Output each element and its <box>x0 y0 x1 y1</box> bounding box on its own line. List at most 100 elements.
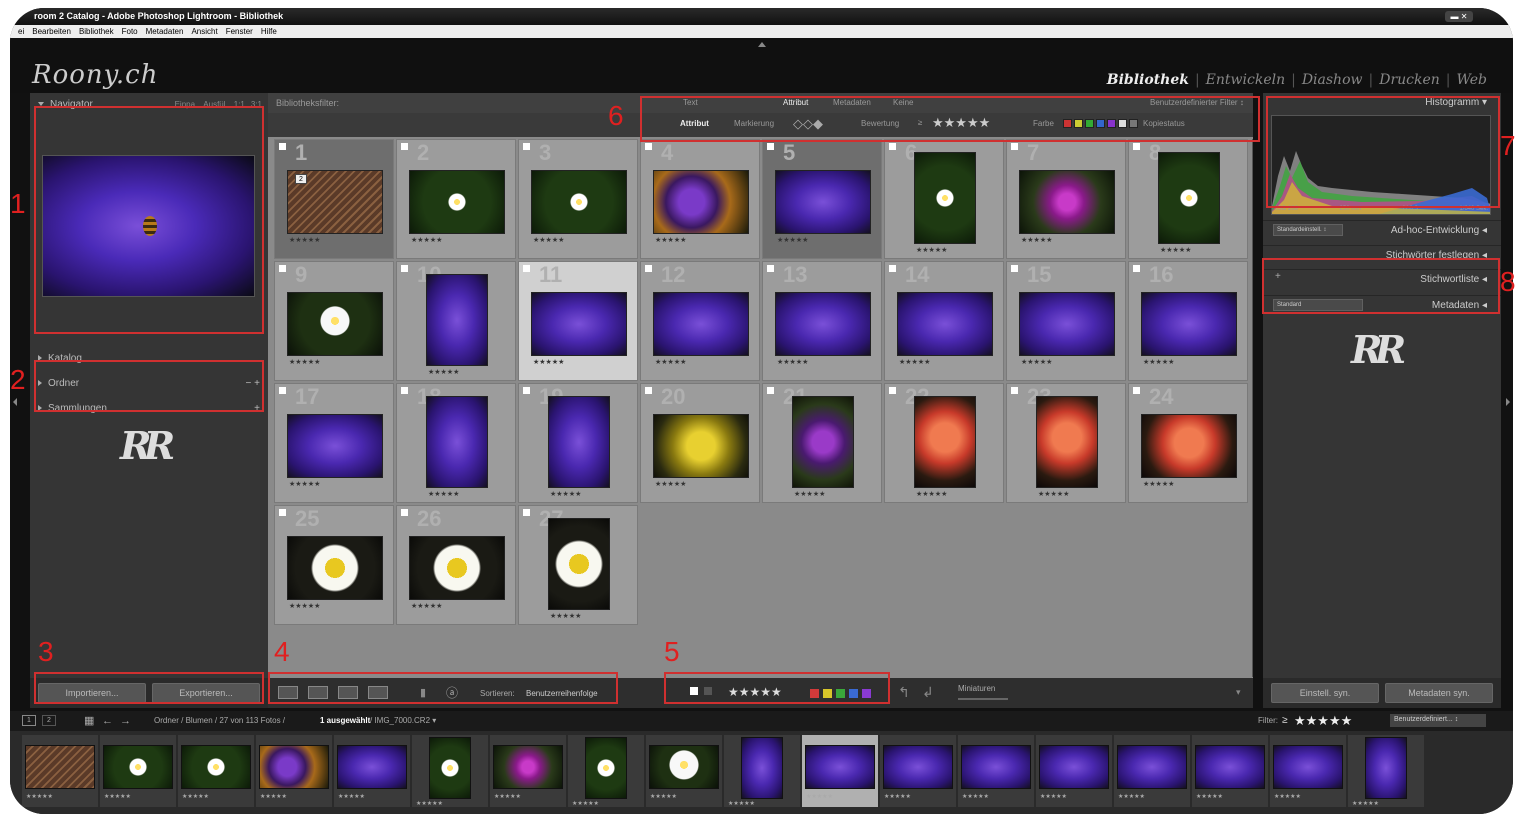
grid-cell[interactable]: 17 ★★★★★ <box>274 383 394 503</box>
photo-thumbnail[interactable] <box>426 274 488 366</box>
grid-cell[interactable]: 26 ★★★★★ <box>396 505 516 625</box>
grid-cell[interactable]: 27★★★★★ <box>518 505 638 625</box>
rating-stars[interactable]: ★★★★★ <box>289 480 320 488</box>
rating-stars[interactable]: ★★★★★ <box>289 602 320 610</box>
photo-thumbnail[interactable] <box>426 396 488 488</box>
photo-thumbnail[interactable] <box>409 170 505 234</box>
rating-stars[interactable]: ★★★★★ <box>655 358 686 366</box>
grid-cell[interactable]: 8 ★★★★★ <box>1128 139 1248 259</box>
flag-icon[interactable] <box>401 265 408 272</box>
photo-thumbnail[interactable] <box>287 292 383 356</box>
page-2-button[interactable]: 2 <box>42 715 56 726</box>
flag-icon[interactable] <box>523 387 530 394</box>
filmstrip-thumbnail[interactable] <box>337 745 407 789</box>
filmstrip-thumbnail[interactable] <box>585 737 627 799</box>
filmstrip-cell[interactable]: ★★★★★ <box>880 735 956 807</box>
flag-icon[interactable] <box>767 265 774 272</box>
page-1-button[interactable]: 1 <box>22 715 36 726</box>
flag-icon[interactable] <box>645 265 652 272</box>
rating-stars[interactable]: ★★★★★ <box>1160 246 1191 254</box>
rating-stars[interactable]: ★★★★★ <box>428 490 459 498</box>
grid-scrollbar[interactable] <box>1252 139 1253 677</box>
current-file[interactable]: / IMG_7000.CR2 ▾ <box>370 711 436 731</box>
photo-thumbnail[interactable] <box>775 170 871 234</box>
rating-stars[interactable]: ★★★★★ <box>1143 358 1174 366</box>
filmstrip-cell[interactable]: ★★★★★ <box>22 735 98 807</box>
filter-stars[interactable]: ★★★★★ <box>1294 711 1352 731</box>
filmstrip-cell[interactable]: ★★★★★ <box>178 735 254 807</box>
rating-stars[interactable]: ★★★★★ <box>916 246 947 254</box>
filter-preset-select[interactable]: Benutzerdefiniert... ↕ <box>1390 714 1486 727</box>
rating-stars[interactable]: ★★★★★ <box>428 368 459 376</box>
rating-stars[interactable]: ★★★★★ <box>655 236 686 244</box>
grid-cell[interactable]: 11 ★★★★★ <box>518 261 638 381</box>
rating-stars[interactable]: ★★★★★ <box>411 236 442 244</box>
rotate-left-icon[interactable]: ↰ <box>898 684 910 701</box>
grid-cell[interactable]: 19★★★★★ <box>518 383 638 503</box>
filmstrip-cell[interactable]: ★★★★★ <box>256 735 332 807</box>
photo-thumbnail[interactable] <box>1019 292 1115 356</box>
rating-stars[interactable]: ★★★★★ <box>1021 358 1052 366</box>
filmstrip-cell[interactable]: ★★★★★ <box>412 735 488 807</box>
module-entwickeln[interactable]: Entwickeln <box>1200 72 1291 88</box>
rotate-right-icon[interactable]: ↲ <box>922 684 934 701</box>
rating-stars[interactable]: ★★★★★ <box>411 602 442 610</box>
filmstrip-cell[interactable]: ★★★★★ <box>1270 735 1346 807</box>
flag-icon[interactable] <box>1133 387 1140 394</box>
photo-thumbnail[interactable] <box>1141 292 1237 356</box>
filter-operator[interactable]: ≥ <box>1282 711 1288 731</box>
collapse-top-panel-icon[interactable] <box>758 42 766 47</box>
photo-thumbnail[interactable] <box>531 292 627 356</box>
flag-icon[interactable] <box>1133 265 1140 272</box>
photo-thumbnail[interactable] <box>775 292 871 356</box>
flag-icon[interactable] <box>401 387 408 394</box>
filmstrip-cell[interactable]: ★★★★★ <box>724 735 800 807</box>
photo-thumbnail[interactable] <box>287 414 383 478</box>
grid-cell[interactable]: 22★★★★★ <box>884 383 1004 503</box>
grid-cell[interactable]: 25 ★★★★★ <box>274 505 394 625</box>
grid-mode-icon[interactable]: ▦ <box>84 711 94 731</box>
flag-icon[interactable] <box>279 509 286 516</box>
filmstrip-thumbnail[interactable] <box>25 745 95 789</box>
grid-cell[interactable]: 23★★★★★ <box>1006 383 1126 503</box>
flag-icon[interactable] <box>1011 387 1018 394</box>
grid-cell[interactable]: 7 ★★★★★ <box>1006 139 1126 259</box>
filmstrip-thumbnail[interactable] <box>741 737 783 799</box>
grid-cell[interactable]: 18★★★★★ <box>396 383 516 503</box>
filmstrip-thumbnail[interactable] <box>961 745 1031 789</box>
flag-icon[interactable] <box>523 265 530 272</box>
grid-cell[interactable]: 5 ★★★★★ <box>762 139 882 259</box>
filmstrip-thumbnail[interactable] <box>1039 745 1109 789</box>
filmstrip-thumbnail[interactable] <box>1195 745 1265 789</box>
rating-stars[interactable]: ★★★★★ <box>655 480 686 488</box>
photo-thumbnail[interactable] <box>792 396 854 488</box>
filmstrip-cell[interactable]: ★★★★★ <box>1192 735 1268 807</box>
rating-stars[interactable]: ★★★★★ <box>777 236 808 244</box>
module-diashow[interactable]: Diashow <box>1296 72 1369 88</box>
flag-icon[interactable] <box>889 143 896 150</box>
menu-item-1[interactable]: Bearbeiten <box>32 27 71 36</box>
filmstrip-thumbnail[interactable] <box>181 745 251 789</box>
flag-icon[interactable] <box>767 387 774 394</box>
menu-item-0[interactable]: ei <box>18 27 24 36</box>
rating-stars[interactable]: ★★★★★ <box>777 358 808 366</box>
menu-item-6[interactable]: Fenster <box>226 27 253 36</box>
photo-thumbnail[interactable] <box>548 518 610 610</box>
photo-thumbnail[interactable] <box>653 170 749 234</box>
rating-stars[interactable]: ★★★★★ <box>533 358 564 366</box>
flag-icon[interactable] <box>645 143 652 150</box>
module-drucken[interactable]: Drucken <box>1373 72 1446 88</box>
photo-thumbnail[interactable] <box>897 292 993 356</box>
filmstrip-cell[interactable]: ★★★★★ <box>568 735 644 807</box>
grid-cell[interactable]: 14 ★★★★★ <box>884 261 1004 381</box>
stack-badge[interactable]: 2 <box>295 174 307 184</box>
filmstrip-cell[interactable]: ★★★★★ <box>490 735 566 807</box>
photo-thumbnail[interactable] <box>1019 170 1115 234</box>
collapse-right-panel-icon[interactable] <box>1506 398 1510 406</box>
flag-icon[interactable] <box>1011 143 1018 150</box>
filmstrip-thumbnail[interactable] <box>493 745 563 789</box>
filmstrip-cell[interactable]: ★★★★★ <box>802 735 878 807</box>
filmstrip-thumbnail[interactable] <box>883 745 953 789</box>
filmstrip-thumbnail[interactable] <box>805 745 875 789</box>
rating-stars[interactable]: ★★★★★ <box>794 490 825 498</box>
